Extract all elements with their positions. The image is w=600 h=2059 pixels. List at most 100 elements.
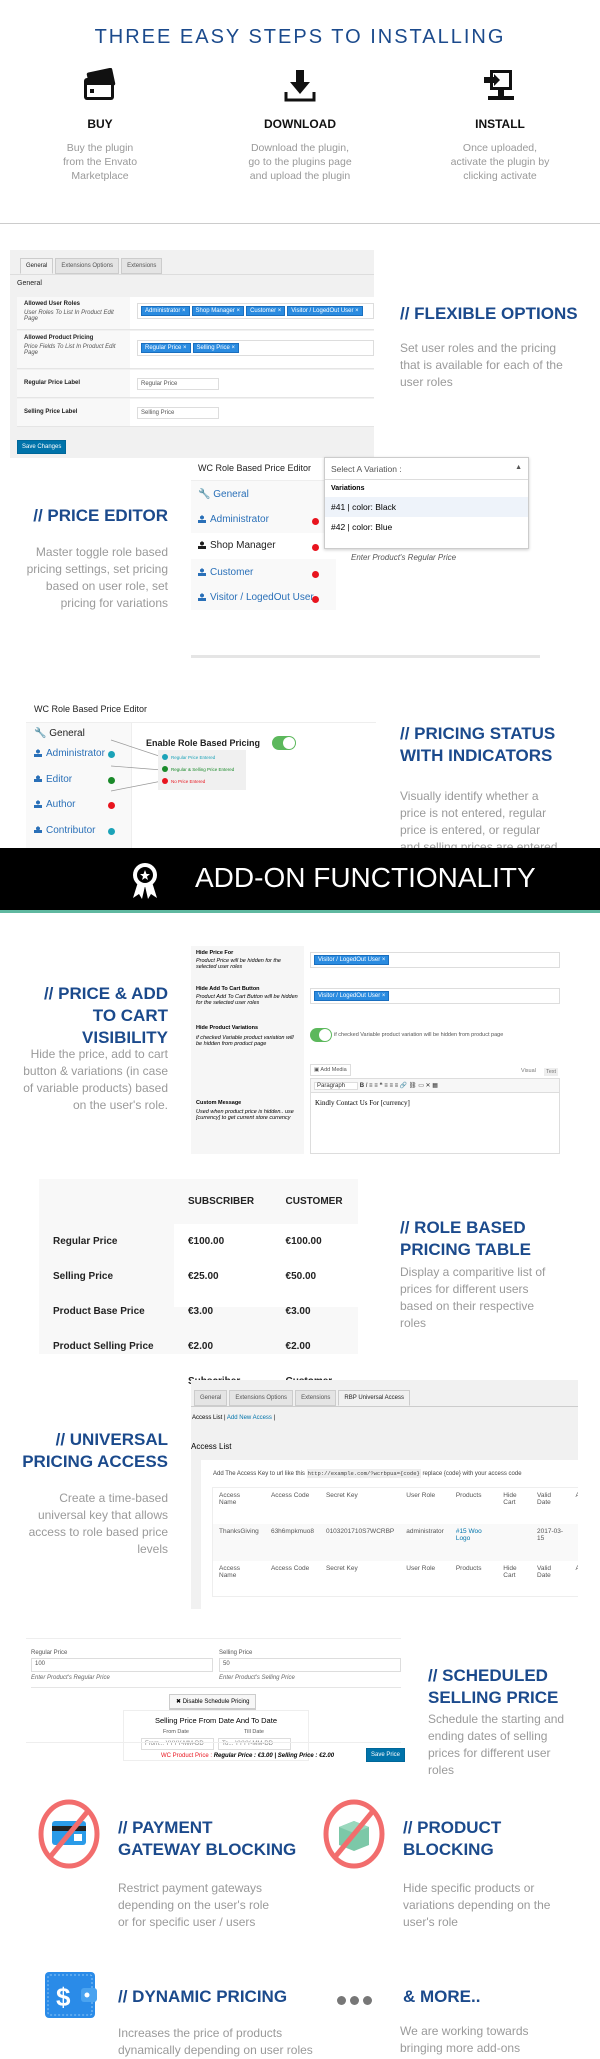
roles-select[interactable]: Administrator × Shop Manager × Customer × V… xyxy=(137,303,374,319)
tag-customer[interactable]: Customer × xyxy=(246,306,286,316)
universal-desc: Create a time-based universal key that a… xyxy=(28,1491,168,1556)
disable-schedule-button[interactable]: ✖ Disable Schedule Pricing xyxy=(169,1694,257,1709)
step-download: DOWNLOAD Download the plugin, go to the … xyxy=(200,68,400,183)
visual-tab[interactable]: Visual xyxy=(521,1068,536,1074)
hide-price-select[interactable]: Visitor / LogedOut User × xyxy=(310,952,560,968)
role-tab-administrator[interactable]: Administrator xyxy=(198,514,269,525)
subnav-access-list[interactable]: Access List xyxy=(192,1415,222,1421)
tab-extensions-options[interactable]: Extensions Options xyxy=(55,258,120,274)
editor-toolbar: Paragraph B I ≡ ≡ ❝ ≡ ≡ ≡ 🔗 ⛓ ▭ ✕ ▦ xyxy=(311,1079,559,1093)
tab-extensions[interactable]: Extensions xyxy=(295,1390,337,1406)
row-label: Hide Add To Cart Button Product Add To Ca… xyxy=(196,986,298,1006)
column-header: Act xyxy=(575,1564,578,1572)
tab-extensions-options[interactable]: Extensions Options xyxy=(229,1390,294,1406)
from-date-input[interactable]: From... YYYY-MM-DD xyxy=(141,1738,214,1750)
message-editor[interactable]: Paragraph B I ≡ ≡ ❝ ≡ ≡ ≡ 🔗 ⛓ ▭ ✕ ▦ Kind… xyxy=(310,1078,560,1154)
hide-variations-toggle[interactable] xyxy=(310,1028,332,1042)
price-editor-desc: Master toggle role based pricing setting… xyxy=(26,545,168,610)
role-tab-administrator[interactable]: Administrator xyxy=(34,748,105,759)
format-select[interactable]: Paragraph xyxy=(314,1082,359,1090)
step-label: DOWNLOAD xyxy=(264,117,336,131)
regular-price-input[interactable]: 100 xyxy=(31,1658,213,1672)
cell[interactable]: #15 Woo Logo xyxy=(450,1524,497,1561)
user-icon xyxy=(198,593,206,601)
add-new-access-link[interactable]: Add New Access xyxy=(227,1415,272,1421)
cell: €25.00 xyxy=(188,1271,219,1282)
steps-title: THREE EASY STEPS TO INSTALLING xyxy=(94,26,506,48)
row-label: Regular Price xyxy=(53,1236,118,1247)
divider xyxy=(0,223,600,224)
legend-item: No Price Entered xyxy=(162,777,242,789)
option-group-label: Variations xyxy=(331,485,365,492)
save-changes-button[interactable]: Save Changes xyxy=(17,440,67,454)
variation-option[interactable]: #41 | color: Black xyxy=(325,497,528,517)
tab-bar: General Extensions Options Extensions RBP U… xyxy=(191,1380,578,1407)
feature-desc: We are working towards bringing more add… xyxy=(400,2024,529,2055)
cell: €2.00 xyxy=(285,1341,311,1352)
role-tab-editor[interactable]: Editor xyxy=(34,774,72,785)
column-header: User Role xyxy=(406,1492,436,1499)
status-dot xyxy=(312,518,319,525)
add-media-button[interactable]: ▣ Add Media xyxy=(310,1064,351,1076)
role-tab-author[interactable]: Author xyxy=(34,799,75,810)
cell: €3.00 xyxy=(188,1306,214,1317)
hide-cart-select[interactable]: Visitor / LogedOut User × xyxy=(310,988,560,1004)
price-summary: WC Product Price : Regular Price : €3.00… xyxy=(161,1753,335,1759)
tag-regular-price[interactable]: Regular Price × xyxy=(141,343,191,353)
role-tab-visitor[interactable]: Visitor / LogedOut User xyxy=(198,592,314,603)
till-date-label: Till Date xyxy=(244,1729,264,1735)
regular-price-label: Regular Price xyxy=(31,1650,68,1656)
status-dot xyxy=(108,802,115,809)
column-header: Hide Cart xyxy=(503,1564,517,1579)
column-header: Access Name xyxy=(219,1564,240,1579)
tab-extensions[interactable]: Extensions xyxy=(121,258,163,274)
cell: administrator xyxy=(406,1527,444,1535)
table-row: Selling Price €25.00 €50.00 xyxy=(39,1259,358,1294)
save-price-button[interactable]: Save Price xyxy=(366,1748,406,1762)
column-header: Products xyxy=(455,1564,482,1572)
column-header: Secret Key xyxy=(325,1564,358,1572)
tab-universal-access[interactable]: RBP Universal Access xyxy=(338,1390,410,1406)
user-icon xyxy=(34,774,42,783)
selling-price-input[interactable]: 50 xyxy=(219,1658,401,1672)
tab-general[interactable]: General xyxy=(194,1390,228,1406)
price-editor-panel: WC Role Based Price Editor 🔧 General Adm… xyxy=(191,455,540,660)
row-allowed-roles: Allowed User Roles User Roles To List In … xyxy=(17,297,374,330)
feature-heading: & MORE.. xyxy=(403,1987,481,2006)
tag-visitor[interactable]: Visitor / LogedOut User × xyxy=(314,991,390,1001)
status-dot xyxy=(312,544,319,551)
section-title: Access List xyxy=(191,1442,232,1451)
editor-title: WC Role Based Price Editor xyxy=(198,463,312,473)
variation-dropdown[interactable]: Select A Variation : ▲ Variations #41 | c… xyxy=(324,457,529,549)
cell: 2017-03-15 xyxy=(537,1527,564,1542)
regular-label-input[interactable]: Regular Price xyxy=(137,378,219,390)
column-header: Access Code xyxy=(270,1492,310,1499)
status-dot xyxy=(108,751,115,758)
step-desc: Once uploaded, activate the plugin by cl… xyxy=(450,142,550,182)
feature-desc: Restrict payment gateways depending on t… xyxy=(118,1881,270,1929)
feature-heading: // PRODUCT BLOCKING xyxy=(403,1818,502,1859)
tag-shop-manager[interactable]: Shop Manager × xyxy=(191,306,245,316)
variation-option[interactable]: #42 | color: Blue xyxy=(325,517,528,537)
role-tab-contributor[interactable]: Contributor xyxy=(34,825,95,836)
tab-general[interactable]: General xyxy=(20,258,54,274)
column-header: Valid Date xyxy=(537,1492,552,1506)
step-desc: Buy the plugin from the Envato Marketpla… xyxy=(62,142,138,182)
section-title: General xyxy=(17,280,42,287)
settings-panel: General Extensions Options Extensions Gene… xyxy=(10,250,374,458)
pricing-select[interactable]: Regular Price × Selling Price × xyxy=(137,340,374,356)
role-tab-customer[interactable]: Customer xyxy=(198,567,253,578)
role-tab-general[interactable]: 🔧 General xyxy=(198,489,249,500)
till-date-input[interactable]: To... YYYY-MM-DD xyxy=(218,1738,291,1750)
divider xyxy=(191,655,540,658)
row-label: Allowed Product Pricing xyxy=(24,335,94,341)
tag-visitor[interactable]: Visitor / LogedOut User × xyxy=(287,306,363,316)
selling-label-input[interactable]: Selling Price xyxy=(137,407,219,419)
text-tab[interactable]: Text xyxy=(544,1068,559,1076)
tag-administrator[interactable]: Administrator × xyxy=(141,306,190,316)
tag-selling-price[interactable]: Selling Price × xyxy=(192,343,240,353)
tag-visitor[interactable]: Visitor / LogedOut User × xyxy=(314,955,390,965)
table-row: Product Selling Price €2.00 €2.00 xyxy=(39,1329,358,1364)
variation-select[interactable]: Select A Variation : ▲ xyxy=(325,458,528,480)
row-label: Selling Price xyxy=(53,1271,114,1282)
